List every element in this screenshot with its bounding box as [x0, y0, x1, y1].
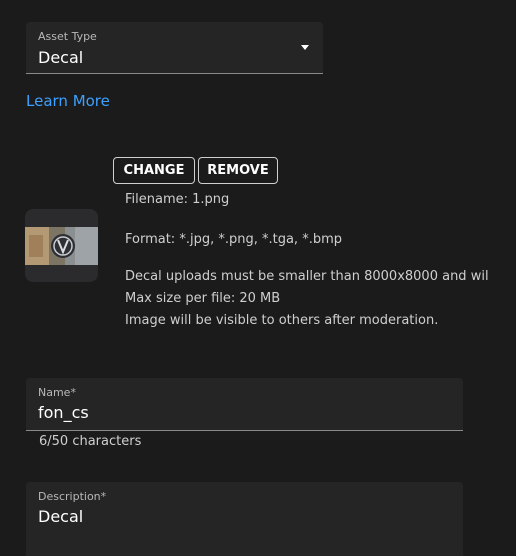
caret-down-icon	[301, 45, 309, 50]
asset-type-value: Decal	[38, 48, 84, 67]
asset-type-select[interactable]: Asset Type Decal	[26, 22, 323, 74]
size-limit-text: Decal uploads must be smaller than 8000x…	[125, 269, 489, 284]
name-char-count: 6/50 characters	[39, 434, 142, 449]
name-field-value: fon_cs	[38, 403, 89, 422]
image-thumbnail	[25, 209, 98, 282]
description-field-label: Description*	[38, 490, 107, 503]
name-field[interactable]: Name* fon_cs	[26, 378, 463, 431]
moderation-text: Image will be visible to others after mo…	[125, 313, 439, 328]
max-size-text: Max size per file: 20 MB	[125, 291, 281, 306]
remove-button[interactable]: REMOVE	[198, 157, 278, 184]
description-field[interactable]: Description* Decal	[26, 482, 463, 556]
description-field-value: Decal	[38, 507, 84, 526]
learn-more-link[interactable]: Learn More	[26, 92, 110, 110]
upload-asset-page: Asset Type Decal Learn More CHANGE REMOV…	[0, 0, 516, 556]
asset-type-label: Asset Type	[38, 30, 97, 43]
change-button[interactable]: CHANGE	[113, 157, 195, 184]
filename-text: Filename: 1.png	[125, 192, 230, 207]
name-field-label: Name*	[38, 386, 76, 399]
decal-preview-image	[25, 227, 98, 265]
format-text: Format: *.jpg, *.png, *.tga, *.bmp	[125, 232, 342, 247]
